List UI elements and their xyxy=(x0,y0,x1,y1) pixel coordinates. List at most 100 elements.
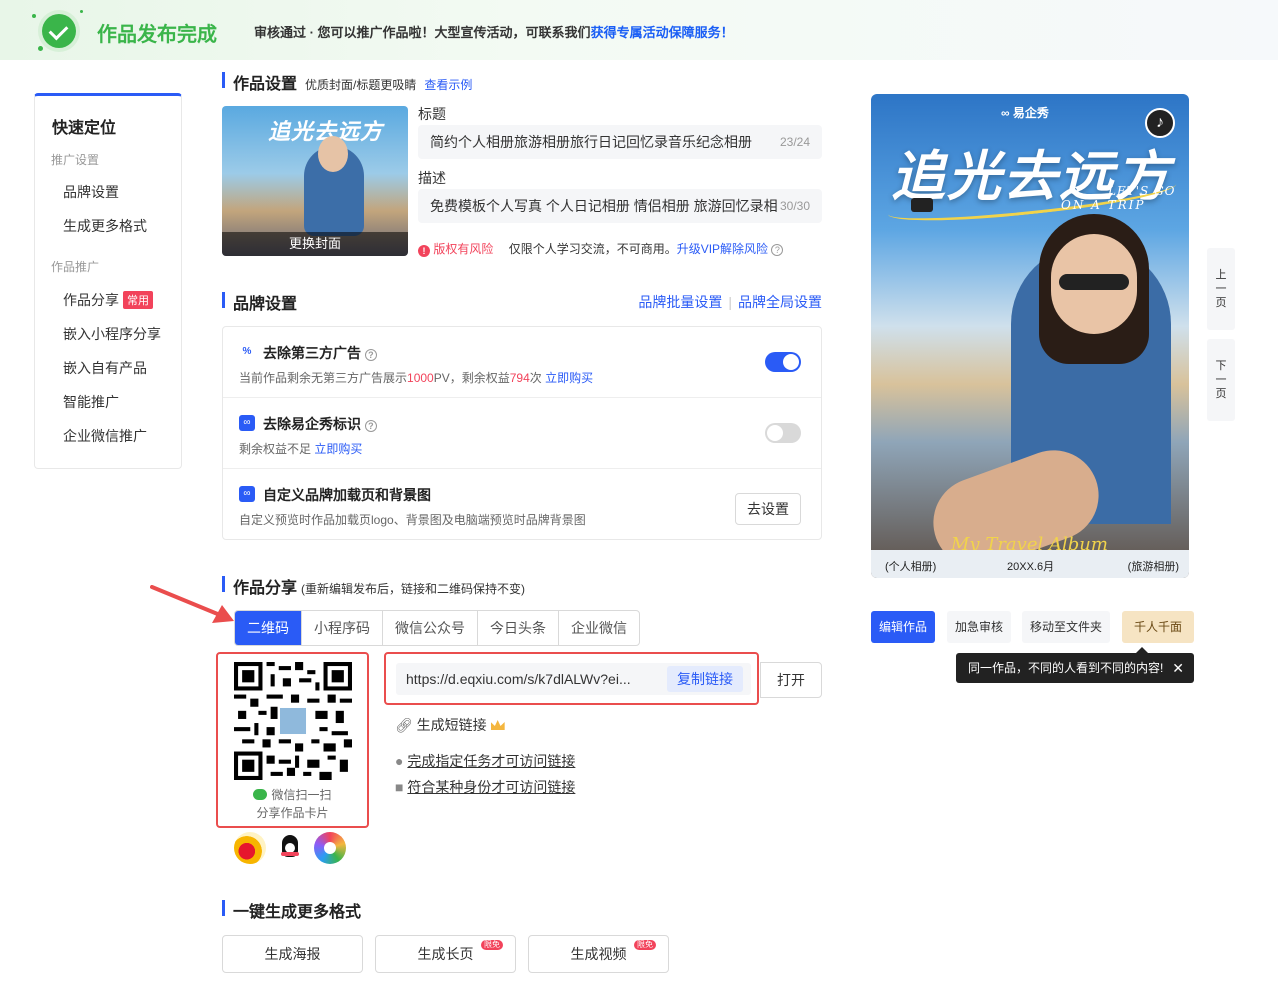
identity-icon: ■ xyxy=(395,779,404,795)
logo-remove-icon: ∞ xyxy=(239,415,255,431)
go-setting-button[interactable]: 去设置 xyxy=(735,493,801,525)
qq-icon[interactable] xyxy=(274,832,306,864)
example-link[interactable]: 查看示例 xyxy=(424,78,472,92)
preview-footer: (个人相册) 20XX.6月 (旅游相册) xyxy=(871,550,1189,578)
desc-label: 描述 xyxy=(418,170,446,186)
move-to-folder-button[interactable]: 移动至文件夹 xyxy=(1022,611,1111,643)
risk-text: 仅限个人学习交流，不可商用。 xyxy=(508,242,677,256)
logo-toggle[interactable] xyxy=(765,423,801,443)
copyright-risk: ! 版权有风险 仅限个人学习交流，不可商用。升级VIP解除风险 ? xyxy=(418,240,784,257)
tab-toutiao[interactable]: 今日头条 xyxy=(478,611,559,645)
help-icon[interactable]: ? xyxy=(364,420,377,432)
qr-caption-text: 微信扫一扫 xyxy=(271,788,332,802)
brand-links: 品牌批量设置 | 品牌全局设置 xyxy=(638,292,822,312)
tab-qrcode[interactable]: 二维码 xyxy=(235,611,302,645)
decor-dot xyxy=(32,14,36,18)
personalized-tooltip: 同一作品，不同的人看到不同的内容! ✕ xyxy=(956,647,1194,683)
weibo-icon[interactable] xyxy=(234,832,266,864)
prev-page-label: 上一页 xyxy=(1215,269,1227,309)
nav-group-label: 推广设置 xyxy=(51,153,100,167)
button-label: 生成视频 xyxy=(570,946,627,962)
identity-link-option[interactable]: ■ 符合某种身份才可访问链接 xyxy=(395,777,575,797)
title-count: 23/24 xyxy=(779,135,810,149)
qr-caption-2: 分享作品卡片 xyxy=(256,806,329,820)
ad-remove-icon: % xyxy=(239,344,255,360)
nav-group-label: 作品推广 xyxy=(51,260,100,274)
camera-icon xyxy=(911,198,933,212)
free-badge: 限免 xyxy=(634,940,656,950)
tooltip-text: 同一作品，不同的人看到不同的内容! xyxy=(968,661,1164,675)
short-link-option[interactable]: 🔗︎ 生成短链接 xyxy=(395,715,505,735)
generate-longpage-button[interactable]: 生成长页 限免 xyxy=(375,935,516,973)
desc-input[interactable]: 免费模板个人写真 个人日记相册 情侣相册 旅游回忆录相 30/30 xyxy=(418,189,822,223)
preview-figure-sunglasses xyxy=(1059,274,1129,290)
nav-item-miniprogram[interactable]: 嵌入小程序分享 xyxy=(63,324,161,344)
brand-row-custom: ∞ 自定义品牌加载页和背景图 自定义预览时作品加载页logo、背景图及电脑端预览… xyxy=(223,469,821,540)
generate-video-button[interactable]: 生成视频 限免 xyxy=(528,935,669,973)
help-icon[interactable]: ? xyxy=(771,244,784,256)
warning-icon: ! xyxy=(418,245,430,257)
button-label: 生成长页 xyxy=(417,946,474,962)
task-link-option[interactable]: ● 完成指定任务才可访问链接 xyxy=(395,751,575,771)
nav-heading: 快速定位 xyxy=(52,120,117,137)
risk-label: 版权有风险 xyxy=(433,242,494,256)
brand-row-title: 去除易企秀标识 ? xyxy=(263,414,377,434)
nav-item-share[interactable]: 作品分享 常用 xyxy=(63,290,153,310)
work-preview[interactable]: ∞ 易企秀 ♪ 追光去远方 LET'S GO ON A TRIP My Trav… xyxy=(871,94,1189,578)
brand-row-logo: ∞ 去除易企秀标识 ? 剩余权益不足 立即购买 xyxy=(223,398,821,469)
desc-count: 30/30 xyxy=(779,199,810,213)
preview-tagline-1: LET'S GO xyxy=(1108,184,1176,198)
section-subtitle: (重新编辑发布后，链接和二维码保持不变) xyxy=(301,582,526,596)
brand-global-link[interactable]: 品牌全局设置 xyxy=(738,294,822,310)
buy-now-link[interactable]: 立即购买 xyxy=(314,442,362,456)
generate-poster-button[interactable]: 生成海报 xyxy=(222,935,363,973)
section-title-brand: 品牌设置 xyxy=(222,290,297,314)
personalized-button[interactable]: 千人千面 xyxy=(1122,611,1194,643)
nav-item-embed[interactable]: 嵌入自有产品 xyxy=(63,358,147,378)
open-link-button[interactable]: 打开 xyxy=(760,662,822,698)
change-cover-button[interactable]: 更换封面 xyxy=(222,232,408,256)
section-title-share: 作品分享 (重新编辑发布后，链接和二维码保持不变) xyxy=(222,574,525,598)
share-url-field[interactable]: https://d.eqxiu.com/s/k7dlALWv?ei... 复制链… xyxy=(396,663,751,695)
tab-wecom[interactable]: 企业微信 xyxy=(559,611,639,645)
pv-count: 1000 xyxy=(407,371,434,385)
desc-text: 当前作品剩余无第三方广告展示 xyxy=(239,371,408,385)
brand-settings-panel: % 去除第三方广告 ? 当前作品剩余无第三方广告展示1000PV，剩余权益794… xyxy=(222,326,822,540)
link-icon: 🔗︎ xyxy=(395,717,413,733)
identity-link-text: 符合某种身份才可访问链接 xyxy=(407,779,576,795)
edit-work-button[interactable]: 编辑作品 xyxy=(871,611,936,643)
remaining-count: 794 xyxy=(509,371,530,385)
cover-figure-face xyxy=(318,136,348,172)
desc-text: 次 xyxy=(529,371,542,385)
banner-service-link[interactable]: 获得专属活动保障服务！ xyxy=(591,25,734,40)
nav-item-smart[interactable]: 智能推广 xyxy=(63,392,119,412)
title-input[interactable]: 简约个人相册旅游相册旅行日记回忆录音乐纪念相册 23/24 xyxy=(418,125,822,159)
help-icon[interactable]: ? xyxy=(364,349,377,361)
nav-item-formats[interactable]: 生成更多格式 xyxy=(63,216,147,236)
cover-thumbnail[interactable]: 追光去远方 更换封面 xyxy=(222,106,408,256)
urgent-review-button[interactable]: 加急审核 xyxy=(947,611,1012,643)
ads-toggle[interactable] xyxy=(765,352,801,372)
next-page-button[interactable]: 下一页 xyxy=(1207,339,1235,421)
close-icon[interactable]: ✕ xyxy=(1172,653,1184,683)
title-value: 简约个人相册旅游相册旅行日记回忆录音乐纪念相册 xyxy=(430,134,752,150)
footer-left: (个人相册) xyxy=(885,561,937,573)
wechat-icon xyxy=(253,789,268,800)
success-banner: 作品发布完成 审核通过 · 您可以推广作品啦！大型宣传活动，可联系我们获得专属活… xyxy=(0,0,1278,60)
footer-mid: 20XX.6月 xyxy=(1007,561,1055,573)
tab-miniprogram[interactable]: 小程序码 xyxy=(302,611,383,645)
free-badge: 限免 xyxy=(481,940,503,950)
qrcode-image[interactable] xyxy=(234,662,352,780)
copy-link-button[interactable]: 复制链接 xyxy=(667,666,743,692)
buy-now-link[interactable]: 立即购买 xyxy=(545,371,593,385)
nav-item-brand[interactable]: 品牌设置 xyxy=(63,182,119,202)
brand-row-title: 去除第三方广告 ? xyxy=(263,343,377,363)
brand-batch-link[interactable]: 品牌批量设置 xyxy=(638,294,722,310)
moments-icon[interactable] xyxy=(314,832,346,864)
section-title-text: 作品设置 xyxy=(233,76,298,93)
quick-nav: 快速定位 推广设置 品牌设置 生成更多格式 作品推广 作品分享 常用 嵌入小程序分… xyxy=(34,93,182,469)
prev-page-button[interactable]: 上一页 xyxy=(1207,248,1235,330)
upgrade-vip-link[interactable]: 升级VIP解除风险 xyxy=(677,242,768,256)
tab-wechat-official[interactable]: 微信公众号 xyxy=(383,611,478,645)
nav-item-wecom[interactable]: 企业微信推广 xyxy=(63,426,147,446)
